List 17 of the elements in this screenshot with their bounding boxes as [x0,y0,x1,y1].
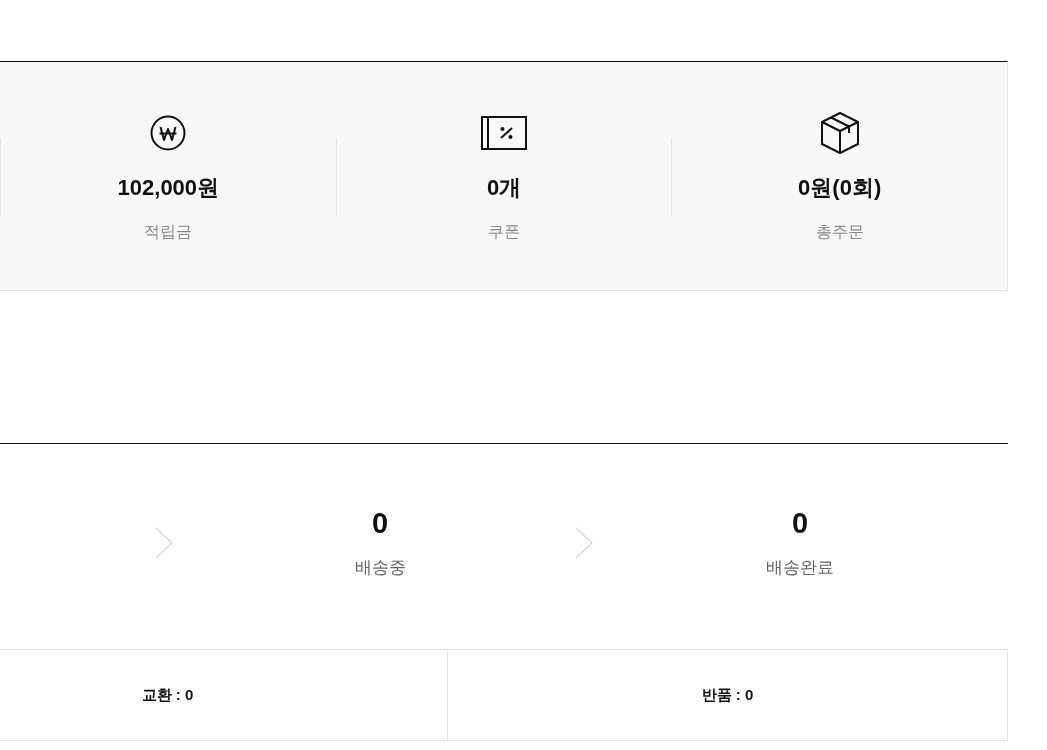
status-label: 배송중 [354,557,406,579]
status-count: 0 [791,506,809,540]
summary-label: 적립금 [144,222,193,242]
status-label: 배송완료 [766,557,834,579]
won-coin-icon [150,115,187,151]
percent-coupon-icon [481,116,527,150]
claim-count: 반품 : 0 [701,684,754,705]
chevron-right-icon [155,527,173,559]
summary-label: 총주문 [815,222,864,242]
chevron-right-icon [575,527,593,559]
summary-value: 0원(0회) [798,174,882,202]
summary-label: 쿠폰 [488,222,520,242]
claim-count: 교환 : 0 [141,684,194,705]
summary-value: 0개 [486,174,522,202]
status-count: 0 [371,506,389,540]
package-box-icon [819,111,860,155]
summary-value: 102,000원 [117,174,220,202]
